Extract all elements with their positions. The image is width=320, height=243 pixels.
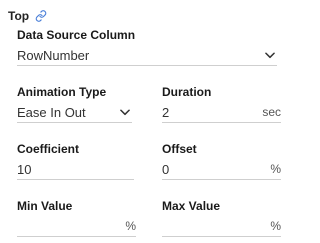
data-source-column-select[interactable]: RowNumber [17,45,277,66]
offset-value: 0 [162,161,170,177]
max-value-input[interactable]: % [162,216,281,237]
link-icon[interactable] [35,10,47,22]
coefficient-label: Coefficient [17,142,80,156]
offset-label: Offset [162,142,197,156]
section-header: Top [8,8,47,24]
duration-unit: sec [262,105,281,119]
offset-input[interactable]: 0 % [162,159,281,180]
section-title: Top [8,9,30,23]
min-value-field: Min Value % [17,199,136,237]
animation-type-select[interactable]: Ease In Out [17,102,132,123]
offset-unit: % [270,162,281,176]
coefficient-value: 10 [17,161,32,177]
max-value-field: Max Value % [162,199,281,237]
duration-input[interactable]: 2 sec [162,102,281,123]
coefficient-field: Coefficient 10 [17,142,134,180]
data-source-column-label: Data Source Column [17,28,136,42]
chevron-down-icon[interactable] [118,105,132,119]
animation-type-label: Animation Type [17,85,107,99]
max-value-unit: % [270,219,281,233]
chevron-down-icon[interactable] [263,48,277,62]
max-value-label: Max Value [162,199,221,213]
min-value-input[interactable]: % [17,216,136,237]
min-value-label: Min Value [17,199,73,213]
animation-type-value: Ease In Out [17,104,86,120]
duration-label: Duration [162,85,212,99]
min-value-unit: % [125,219,136,233]
data-source-column-field: Data Source Column RowNumber [17,28,277,66]
duration-value: 2 [162,104,170,120]
offset-field: Offset 0 % [162,142,281,180]
coefficient-input[interactable]: 10 [17,159,134,180]
animation-type-field: Animation Type Ease In Out [17,85,132,123]
data-source-column-value: RowNumber [17,47,90,63]
duration-field: Duration 2 sec [162,85,281,123]
